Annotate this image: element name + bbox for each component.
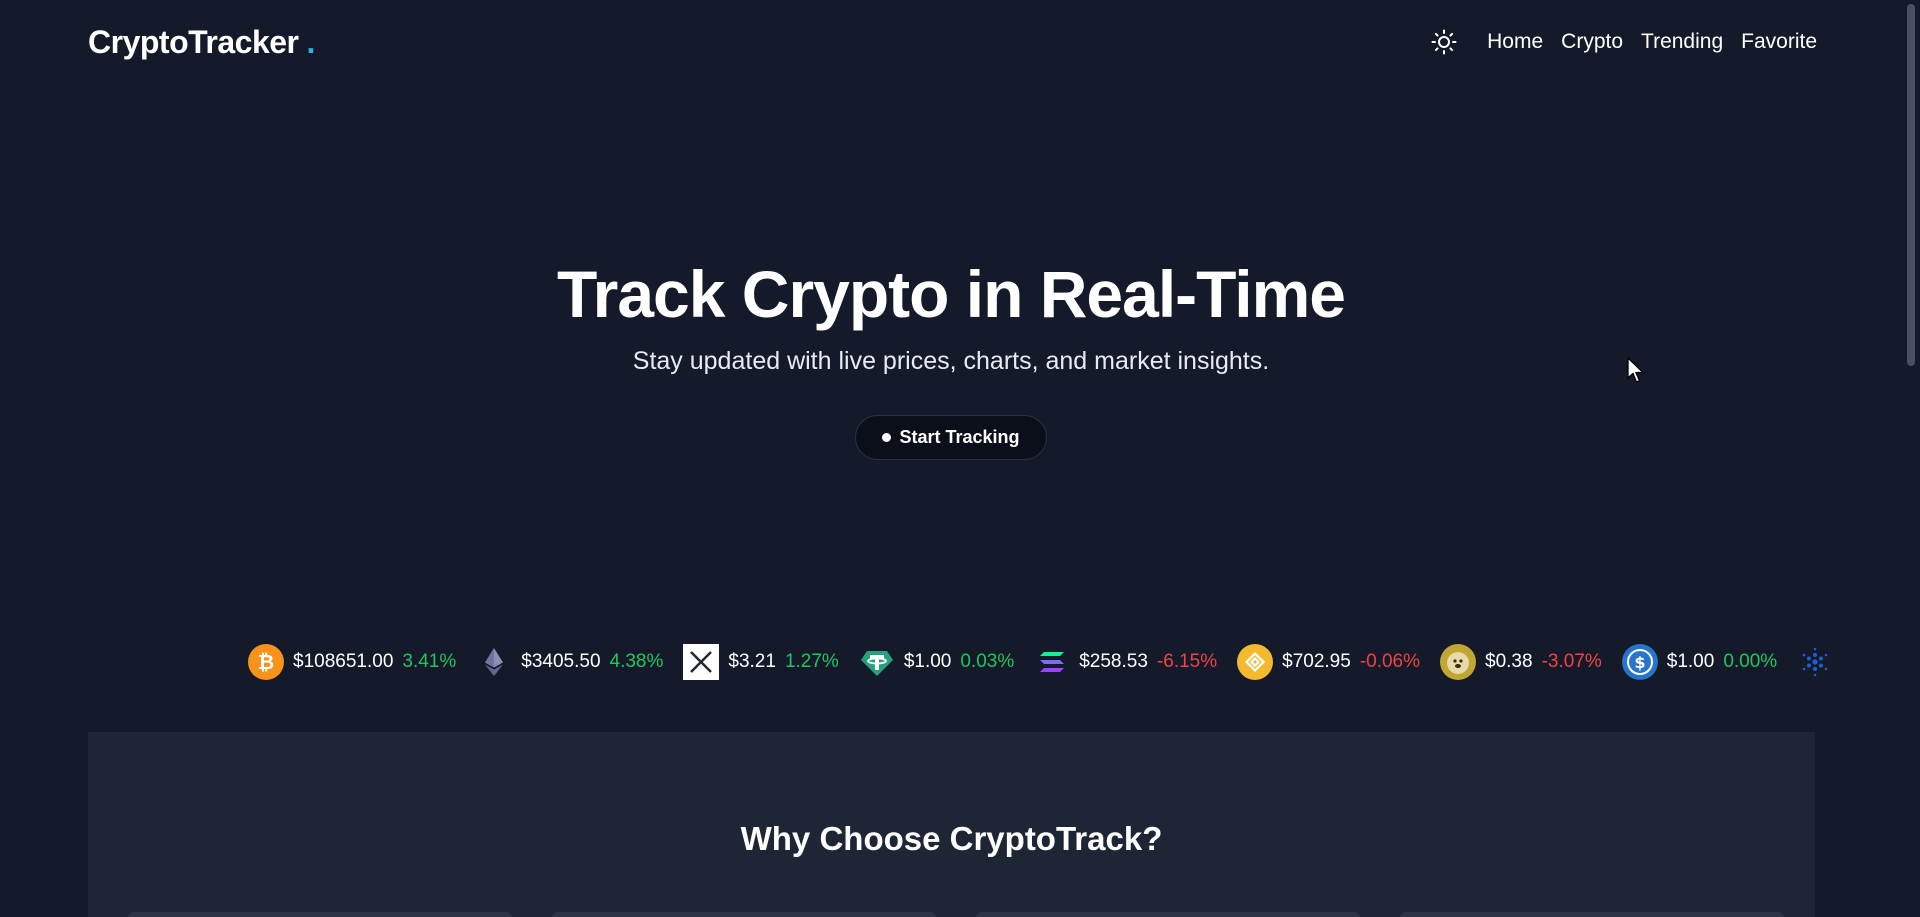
ticker-item-xrp[interactable]: $3.21 1.27% [683, 644, 839, 680]
start-tracking-label: Start Tracking [899, 427, 1020, 447]
ticker-item-ethereum[interactable]: $3405.50 4.38% [476, 644, 663, 680]
features-section: Why Choose CryptoTrack? [88, 732, 1815, 917]
section-title: Why Choose CryptoTrack? [740, 820, 1163, 857]
coin-price: $0.38 [1485, 651, 1533, 672]
nav-link-home[interactable]: Home [1487, 30, 1543, 54]
coin-price: $1.00 [1666, 651, 1715, 672]
coin-price: $3.21 [728, 651, 776, 672]
tether-icon [859, 644, 895, 680]
coin-change: 1.27% [784, 651, 839, 672]
coin-price: $258.53 [1079, 651, 1148, 672]
coin-change: 0.00% [1723, 651, 1778, 672]
scrollbar[interactable] [1902, 0, 1920, 917]
ticker-item-tether[interactable]: $1.00 0.03% [859, 644, 1014, 680]
nav: Home Crypto Trending Favorite [1429, 27, 1817, 57]
coin-change: -3.07% [1541, 651, 1602, 672]
start-tracking-button[interactable]: Start Tracking [855, 415, 1047, 460]
sun-icon [1431, 29, 1457, 55]
ethereum-icon [476, 644, 512, 680]
page: CryptoTracker . Home Crypto Trending Fav… [0, 0, 1920, 917]
svg-text:₿: ₿ [258, 650, 274, 674]
logo[interactable]: CryptoTracker . [88, 24, 315, 61]
dogecoin-icon [1440, 644, 1477, 680]
coin-price: $702.95 [1282, 651, 1351, 672]
ticker-item-solana[interactable]: $258.53 -6.15% [1034, 644, 1217, 680]
ticker-item-cardano[interactable] [1797, 644, 1842, 680]
xrp-icon [683, 644, 720, 680]
coin-price: $108651.00 [293, 651, 394, 672]
coin-change: 4.38% [609, 651, 664, 672]
usdc-icon: $ [1621, 644, 1658, 680]
coin-change: -0.06% [1359, 651, 1421, 672]
feature-card [128, 912, 512, 917]
nav-link-crypto[interactable]: Crypto [1561, 30, 1623, 54]
bitcoin-icon: ₿ [248, 644, 284, 680]
coin-change: -6.15% [1156, 651, 1218, 672]
solana-icon [1034, 644, 1070, 680]
ticker-item-bnb[interactable]: $702.95 -0.06% [1237, 644, 1420, 680]
feature-card [1400, 912, 1784, 917]
theme-toggle-button[interactable] [1429, 27, 1459, 57]
coin-change: 0.03% [960, 651, 1015, 672]
nav-link-favorite[interactable]: Favorite [1741, 30, 1817, 54]
coin-price: $3405.50 [521, 651, 601, 672]
feature-card [552, 912, 936, 917]
header: CryptoTracker . Home Crypto Trending Fav… [88, 0, 1817, 84]
logo-text: CryptoTracker [88, 23, 299, 60]
svg-text:$: $ [1634, 653, 1645, 672]
dot-icon [882, 433, 892, 442]
logo-dot: . [306, 23, 315, 60]
bnb-icon [1237, 644, 1274, 680]
scrollbar-thumb[interactable] [1907, 4, 1915, 366]
feature-card [976, 912, 1360, 917]
cardano-icon [1797, 644, 1833, 680]
mouse-cursor-icon [1627, 357, 1645, 383]
coin-change: 3.41% [402, 651, 457, 672]
coin-price: $1.00 [903, 651, 952, 672]
ticker-item-dogecoin[interactable]: $0.38 -3.07% [1440, 644, 1602, 680]
ticker-item-bitcoin[interactable]: ₿ $108651.00 3.41% [248, 644, 456, 680]
price-ticker: ₿ $108651.00 3.41% $3405.50 4.38% $3.21 … [248, 640, 1862, 684]
nav-link-trending[interactable]: Trending [1641, 30, 1723, 54]
hero-subtitle: Stay updated with live prices, charts, a… [632, 347, 1270, 375]
ticker-item-usdc[interactable]: $ $1.00 0.00% [1621, 644, 1778, 680]
hero-title: Track Crypto in Real-Time [556, 257, 1346, 331]
